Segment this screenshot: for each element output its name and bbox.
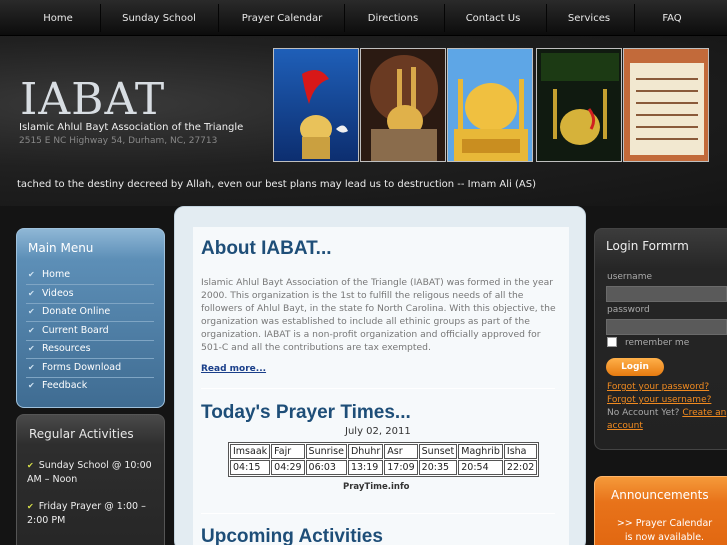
prayer-time: 04:29: [271, 460, 305, 475]
login-title: Login Formrm: [606, 239, 689, 253]
check-icon: ✔: [28, 307, 35, 316]
header-photo-5: [623, 48, 709, 162]
top-navigation: Home Sunday School Prayer Calendar Direc…: [0, 0, 727, 36]
table-row: Imsaak Fajr Sunrise Dhuhr Asr Sunset Mag…: [230, 444, 538, 459]
prayer-time: 13:19: [347, 460, 384, 475]
regular-activities-title: Regular Activities: [29, 427, 134, 441]
prayer-time: 22:02: [503, 460, 538, 475]
menu-item-home[interactable]: ✔ Home: [26, 267, 154, 285]
prayer-time: 20:54: [458, 460, 503, 475]
organization-name: Islamic Ahlul Bayt Association of the Tr…: [19, 122, 244, 133]
prayer-name: Dhuhr: [347, 444, 384, 459]
praytime-credit: PrayTime.info: [343, 482, 410, 492]
header-photo-4: [536, 48, 622, 162]
read-more-link[interactable]: Read more...: [201, 364, 266, 374]
menu-item-label: Home: [42, 269, 71, 280]
table-row: 04:15 04:29 06:03 13:19 17:09 20:35 20:5…: [230, 460, 538, 475]
quote-marquee: tached to the destiny decreed by Allah, …: [17, 179, 536, 190]
activity-item: ✔ Sunday School @ 10:00 AM – Noon: [27, 459, 152, 487]
check-icon: ✔: [28, 270, 35, 279]
menu-item-label: Donate Online: [42, 306, 111, 317]
activity-text: Sunday School @ 10:00 AM – Noon: [27, 460, 152, 485]
prayer-name: Isha: [503, 444, 538, 459]
password-label: password: [607, 305, 650, 315]
check-icon: ✔: [27, 502, 34, 511]
menu-item-donate-online[interactable]: ✔ Donate Online: [26, 304, 154, 322]
activity-item: ✔ Friday Prayer @ 1:00 – 2:00 PM: [27, 500, 152, 528]
menu-item-label: Videos: [42, 288, 74, 299]
check-icon: ✔: [27, 461, 34, 470]
menu-item-feedback[interactable]: ✔ Feedback: [26, 378, 154, 396]
prayer-name: Imsaak: [230, 444, 271, 459]
prayer-time: 17:09: [384, 460, 418, 475]
prayer-name: Fajr: [271, 444, 305, 459]
menu-item-label: Resources: [42, 343, 91, 354]
menu-item-label: Current Board: [42, 325, 109, 336]
divider: [201, 388, 555, 389]
header-photo-2: [360, 48, 446, 162]
forgot-username-link[interactable]: Forgot your username?: [607, 395, 711, 405]
content-inner: [193, 227, 569, 545]
prayer-time: 06:03: [305, 460, 347, 475]
prayer-times-table: Imsaak Fajr Sunrise Dhuhr Asr Sunset Mag…: [228, 442, 540, 477]
prayer-name: Sunset: [418, 444, 458, 459]
announcement-text[interactable]: >> Prayer Calendar is now available. Ple…: [612, 517, 717, 545]
prayer-name: Maghrib: [458, 444, 503, 459]
menu-item-resources[interactable]: ✔ Resources: [26, 341, 154, 359]
menu-item-current-board[interactable]: ✔ Current Board: [26, 323, 154, 341]
header-photo-3: [447, 48, 533, 162]
forgot-password-link[interactable]: Forgot your password?: [607, 382, 709, 392]
account-link[interactable]: account: [607, 421, 643, 431]
remember-me-label: remember me: [625, 338, 690, 348]
prayer-time: 04:15: [230, 460, 271, 475]
check-icon: ✔: [28, 363, 35, 372]
remember-me-checkbox[interactable]: [607, 337, 617, 347]
main-menu-panel: Main Menu ✔ Home ✔ Videos ✔ Donate Onlin…: [16, 228, 165, 408]
site-logo[interactable]: IABAT: [20, 74, 165, 125]
nav-directions[interactable]: Directions: [356, 0, 430, 36]
prayer-name: Sunrise: [305, 444, 347, 459]
header-photo-1: [273, 48, 359, 162]
menu-item-forms-download[interactable]: ✔ Forms Download: [26, 360, 154, 378]
announcements-title: Announcements: [611, 488, 709, 502]
username-label: username: [607, 272, 652, 282]
password-field[interactable]: [606, 319, 727, 335]
nav-prayer-calendar[interactable]: Prayer Calendar: [232, 0, 332, 36]
activity-text: Friday Prayer @ 1:00 – 2:00 PM: [27, 501, 146, 526]
no-account-text: No Account Yet?: [607, 408, 680, 418]
login-button[interactable]: Login: [606, 358, 664, 376]
about-heading: About IABAT...: [201, 238, 332, 259]
upcoming-activities-heading: Upcoming Activities: [201, 526, 383, 545]
prayer-times-heading: Today's Prayer Times...: [201, 402, 411, 423]
create-account-link[interactable]: Create an: [682, 408, 726, 418]
prayer-time: 20:35: [418, 460, 458, 475]
menu-item-videos[interactable]: ✔ Videos: [26, 286, 154, 304]
check-icon: ✔: [28, 344, 35, 353]
check-icon: ✔: [28, 381, 35, 390]
menu-item-label: Feedback: [42, 380, 88, 391]
no-account-row: No Account Yet? Create an: [607, 408, 726, 418]
menu-item-label: Forms Download: [42, 362, 122, 373]
organization-address: 2515 E NC Highway 54, Durham, NC, 27713: [19, 136, 218, 146]
main-menu-title: Main Menu: [28, 241, 94, 255]
divider: [201, 513, 555, 514]
check-icon: ✔: [28, 289, 35, 298]
nav-home[interactable]: Home: [28, 0, 88, 36]
about-paragraph: Islamic Ahlul Bayt Association of the Tr…: [201, 277, 556, 353]
prayer-date: July 02, 2011: [345, 426, 411, 437]
regular-activities-panel: Regular Activities ✔ Sunday School @ 10:0…: [16, 414, 165, 545]
nav-contact-us[interactable]: Contact Us: [456, 0, 530, 36]
site-header: IABAT Islamic Ahlul Bayt Association of …: [0, 36, 727, 206]
prayer-name: Asr: [384, 444, 418, 459]
username-field[interactable]: [606, 286, 727, 302]
check-icon: ✔: [28, 326, 35, 335]
nav-services[interactable]: Services: [558, 0, 620, 36]
nav-faq[interactable]: FAQ: [646, 0, 698, 36]
nav-sunday-school[interactable]: Sunday School: [112, 0, 206, 36]
